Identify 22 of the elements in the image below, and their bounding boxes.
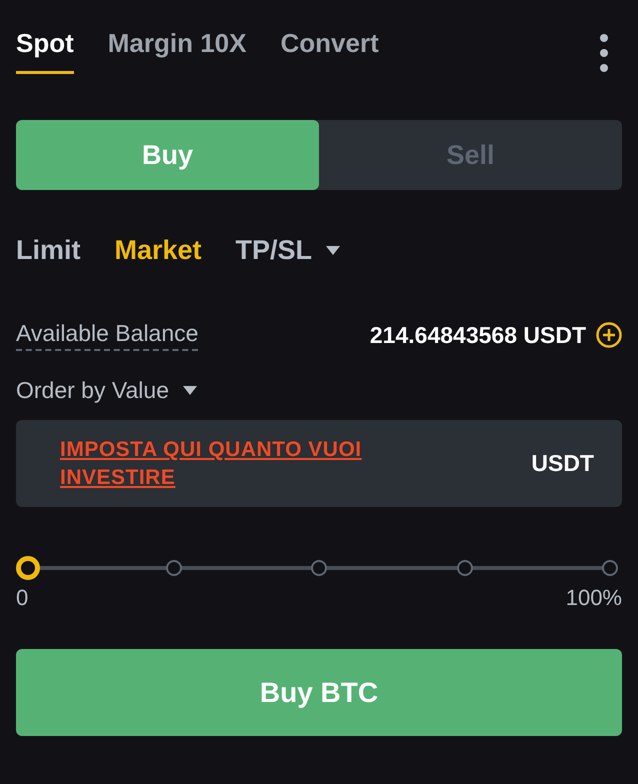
slider-thumb[interactable] (16, 556, 40, 580)
slider-min-label: 0 (16, 585, 28, 611)
order-type-tab[interactable]: Market (114, 234, 202, 266)
order-type-tab[interactable]: TP/SL (236, 234, 340, 266)
slider-step-marker[interactable] (311, 560, 327, 576)
unit-label: USDT (531, 450, 594, 477)
more-icon[interactable] (600, 34, 608, 72)
tab[interactable]: Convert (280, 28, 379, 74)
tab[interactable]: Spot (16, 28, 74, 74)
slider-step-marker[interactable] (456, 560, 472, 576)
slider-step-marker[interactable] (166, 560, 182, 576)
add-icon[interactable] (596, 322, 622, 348)
slider-max-label: 100% (566, 585, 622, 611)
slider-step-marker[interactable] (602, 560, 618, 576)
balance-value: 214.64843568 USDT (370, 322, 586, 348)
order-mode-dropdown[interactable]: Order by Value (16, 360, 197, 420)
tab[interactable]: Margin 10X (108, 28, 246, 74)
amount-field[interactable]: IMPOSTA QUI QUANTO VUOI INVESTIRE USDT (16, 420, 622, 507)
order-type-tab[interactable]: Limit (16, 234, 80, 266)
caret-icon (182, 386, 197, 394)
amount-value: IMPOSTA QUI QUANTO VUOI INVESTIRE (60, 437, 363, 490)
balance-label: Available Balance (16, 320, 198, 350)
